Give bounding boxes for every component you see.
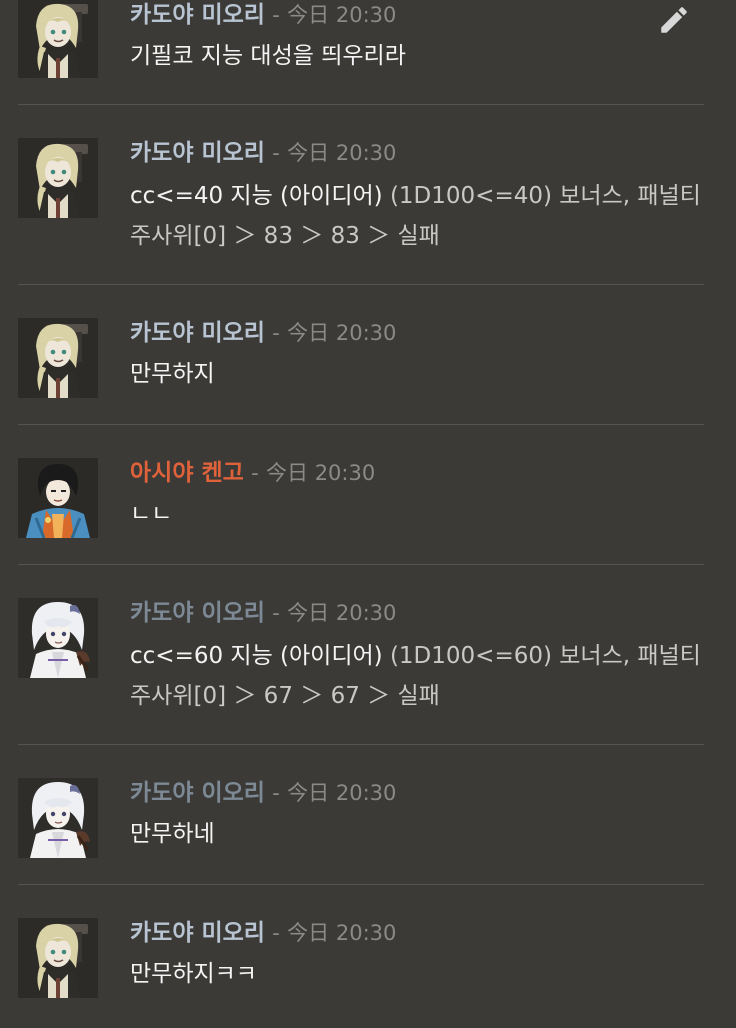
header-separator: - [272, 781, 280, 805]
iori-avatar-icon [18, 778, 98, 858]
divider [18, 284, 704, 285]
message-text: 만무하네 [130, 821, 215, 847]
miori-avatar-icon [18, 0, 98, 78]
divider [18, 104, 704, 105]
header-separator: - [272, 921, 280, 945]
message-timestamp: 今日 20:30 [266, 461, 376, 485]
roll-command: cc<=40 지능 (아이디어) [130, 183, 383, 209]
message-header: 카도야 이오리 - 今日 20:30 [130, 778, 396, 808]
message-text: 만무하지ㅋㅋ [130, 961, 257, 987]
roll-command: cc<=60 지능 (아이디어) [130, 643, 383, 669]
divider [18, 564, 704, 565]
message-timestamp: 今日 20:30 [287, 601, 397, 625]
speaker-name[interactable]: 카도야 미오리 [130, 320, 265, 346]
speaker-name[interactable]: 카도야 미오리 [130, 140, 265, 166]
speaker-name[interactable]: 카도야 이오리 [130, 600, 265, 626]
message-header: 카도야 미오리 - 今日 20:30 [130, 918, 396, 948]
dice-roll-result: cc<=40 지능 (아이디어) (1D100<=40) 보너스, 패널티 주사… [130, 176, 710, 256]
divider [18, 744, 704, 745]
message-header: 카도야 미오리 - 今日 20:30 [130, 0, 396, 30]
message-timestamp: 今日 20:30 [287, 921, 397, 945]
header-separator: - [272, 321, 280, 345]
message-header: 카도야 미오리 - 今日 20:30 [130, 138, 396, 168]
message-timestamp: 今日 20:30 [287, 3, 397, 27]
kengo-avatar-icon [18, 458, 98, 538]
header-separator: - [272, 601, 280, 625]
speaker-name[interactable]: 카도야 이오리 [130, 780, 265, 806]
chat-log: 카도야 미오리 - 今日 20:30 기필코 지능 대성을 띄우리라 카도야 미… [0, 0, 736, 1028]
speaker-name[interactable]: 아시야 켄고 [130, 460, 244, 486]
message-timestamp: 今日 20:30 [287, 141, 397, 165]
message-header: 아시야 켄고 - 今日 20:30 [130, 458, 375, 488]
message-text: 만무하지 [130, 361, 215, 387]
miori-avatar-icon [18, 918, 98, 998]
message-header: 카도야 미오리 - 今日 20:30 [130, 318, 396, 348]
miori-avatar-icon [18, 318, 98, 398]
iori-avatar-icon [18, 598, 98, 678]
header-separator: - [272, 141, 280, 165]
message-timestamp: 今日 20:30 [287, 781, 397, 805]
header-separator: - [272, 3, 280, 27]
speaker-name[interactable]: 카도야 미오리 [130, 920, 265, 946]
message-header: 카도야 이오리 - 今日 20:30 [130, 598, 396, 628]
miori-avatar-icon [18, 138, 98, 218]
divider [18, 884, 704, 885]
divider [18, 424, 704, 425]
dice-roll-result: cc<=60 지능 (아이디어) (1D100<=60) 보너스, 패널티 주사… [130, 636, 710, 716]
pencil-icon[interactable] [657, 3, 691, 37]
speaker-name[interactable]: 카도야 미오리 [130, 2, 265, 28]
header-separator: - [251, 461, 259, 485]
message-timestamp: 今日 20:30 [287, 321, 397, 345]
message-text: ㄴㄴ [130, 501, 173, 527]
message-text: 기필코 지능 대성을 띄우리라 [130, 43, 406, 69]
